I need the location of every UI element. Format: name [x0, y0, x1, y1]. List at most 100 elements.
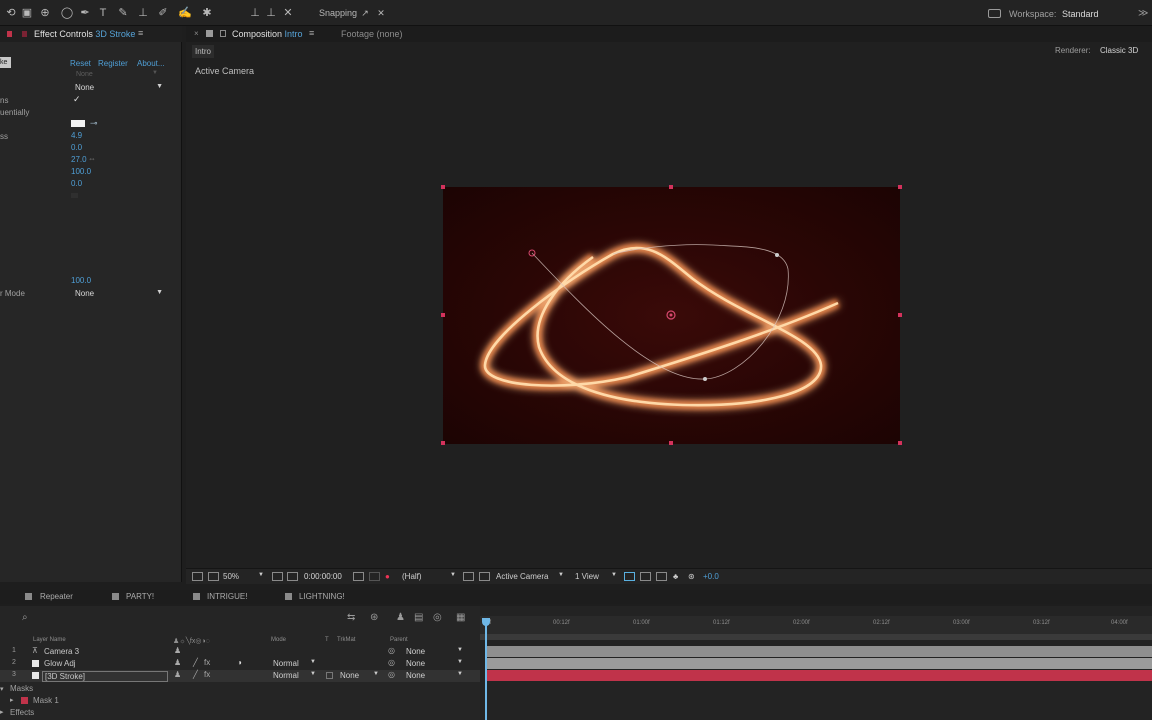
- timeline-tab-repeater[interactable]: Repeater: [40, 592, 73, 601]
- adjustment-switch-icon[interactable]: ◑: [237, 658, 242, 667]
- exposure-value[interactable]: +0.0: [703, 572, 719, 581]
- rotate-tool-icon[interactable]: ⟲: [4, 6, 18, 20]
- camera-tool-icon[interactable]: ▣: [20, 6, 34, 20]
- panel-close-icon[interactable]: [7, 31, 12, 37]
- parent-pickwhip-icon[interactable]: ◎: [388, 670, 395, 679]
- composition-tab[interactable]: Composition Intro: [232, 29, 303, 39]
- transfer-mode-dropdown[interactable]: None ▼: [75, 289, 167, 299]
- work-area-bar[interactable]: [480, 634, 1152, 640]
- workspace-icon[interactable]: [988, 9, 1001, 18]
- always-preview-icon[interactable]: [192, 572, 203, 581]
- layer-row-3d-stroke[interactable]: 3 [3D Stroke] ♟ ╱ fx Normal ▼ None ▼ ◎ N…: [0, 670, 480, 682]
- offset-value[interactable]: 0.0: [71, 179, 82, 188]
- mask-color-swatch[interactable]: [21, 697, 28, 704]
- pan-behind-tool-icon[interactable]: ⊕: [38, 6, 52, 20]
- roto-brush-tool-icon[interactable]: ✍: [178, 6, 192, 20]
- parent-dropdown[interactable]: None: [406, 671, 425, 680]
- show-snapshot-icon[interactable]: [369, 572, 380, 581]
- blend-mode-dropdown[interactable]: Normal: [273, 671, 299, 680]
- reset-exposure-icon[interactable]: ⊛: [688, 572, 695, 581]
- reset-link[interactable]: Reset: [70, 59, 91, 68]
- resolution-dropdown[interactable]: (Half): [402, 572, 422, 581]
- workspace-menu-icon[interactable]: ≫: [1138, 8, 1148, 19]
- checkbox-checked[interactable]: ✓: [73, 94, 81, 105]
- bound-handle-tr[interactable]: [898, 185, 902, 189]
- quality-switch-icon[interactable]: ╱: [193, 670, 198, 679]
- feather-value[interactable]: 0.0: [71, 143, 82, 152]
- clone-stamp-tool-icon[interactable]: ⊥: [136, 6, 150, 20]
- parent-header[interactable]: Parent: [390, 637, 408, 643]
- end-value[interactable]: 100.0: [71, 167, 91, 176]
- parent-pickwhip-icon[interactable]: ◎: [388, 646, 395, 655]
- timeline-track-area[interactable]: 0f 00:12f 01:00f 01:12f 02:00f 02:12f 03…: [480, 606, 1152, 720]
- shy-switch-icon[interactable]: ♟: [174, 658, 181, 667]
- layer-name-header[interactable]: Layer Name: [33, 637, 66, 643]
- snap-toggle-icon[interactable]: ↗: [358, 6, 372, 20]
- motion-blur-icon[interactable]: ◎: [433, 612, 442, 623]
- channel-icon[interactable]: ●: [385, 572, 390, 581]
- view-axis-icon[interactable]: ✕: [281, 6, 295, 20]
- lock-icon[interactable]: [220, 30, 226, 37]
- workspace-dropdown[interactable]: Standard: [1062, 9, 1099, 19]
- current-time-display[interactable]: 0:00:00:00: [304, 572, 342, 581]
- eyedropper-icon[interactable]: ⊸: [90, 118, 98, 129]
- snapshot-icon[interactable]: [353, 572, 364, 581]
- parent-dropdown[interactable]: None: [406, 647, 425, 656]
- path-dropdown[interactable]: None ▼: [75, 83, 167, 93]
- playhead-handle-icon[interactable]: [482, 618, 490, 626]
- collapse-arrow-icon[interactable]: ▸: [10, 696, 14, 704]
- composition-viewer[interactable]: [443, 187, 900, 444]
- brush-tool-icon[interactable]: ✎: [116, 6, 130, 20]
- comp-navigator-tab[interactable]: Intro: [192, 45, 214, 58]
- parent-dropdown[interactable]: None: [406, 659, 425, 668]
- quality-switch-icon[interactable]: ╱: [193, 658, 198, 667]
- thickness-value[interactable]: 4.9: [71, 131, 82, 140]
- trkmat-header[interactable]: TrkMat: [337, 637, 355, 643]
- bound-handle-mr[interactable]: [898, 313, 902, 317]
- zoom-dropdown[interactable]: 50%: [223, 572, 239, 581]
- camera-view-dropdown[interactable]: Active Camera: [496, 572, 548, 581]
- eraser-tool-icon[interactable]: ✐: [156, 6, 170, 20]
- renderer-value[interactable]: Classic 3D: [1100, 46, 1138, 55]
- parent-pickwhip-icon[interactable]: ◎: [388, 658, 395, 667]
- mask-vertex-3[interactable]: [703, 377, 707, 381]
- shy-layers-icon[interactable]: ♟: [396, 612, 405, 623]
- close-tab-icon[interactable]: ×: [194, 29, 199, 38]
- expand-arrow-icon[interactable]: ▾: [0, 685, 4, 693]
- bound-handle-tl[interactable]: [441, 185, 445, 189]
- layer-name[interactable]: Camera 3: [44, 647, 79, 656]
- bound-handle-tc[interactable]: [669, 185, 673, 189]
- effect-controls-tab[interactable]: Effect Controls 3D Stroke: [34, 29, 135, 39]
- ellipse-tool-icon[interactable]: ◯: [60, 6, 74, 20]
- effect-switch-icon[interactable]: fx: [204, 658, 210, 667]
- timeline-tab-party[interactable]: PARTY!: [126, 592, 154, 601]
- graph-editor-icon[interactable]: ▦: [456, 612, 465, 623]
- timeline-icon[interactable]: [656, 572, 667, 581]
- mask-vertex-2[interactable]: [775, 253, 779, 257]
- loop-checkbox[interactable]: [71, 193, 78, 198]
- footage-tab[interactable]: Footage (none): [341, 29, 403, 39]
- timeline-tab-lightning[interactable]: LIGHTNING!: [299, 592, 345, 601]
- region-of-interest-icon[interactable]: [463, 572, 474, 581]
- local-axis-icon[interactable]: ⊥: [248, 6, 262, 20]
- pen-tool-icon[interactable]: ✒: [78, 6, 92, 20]
- effects-group-label[interactable]: Effects: [10, 708, 34, 717]
- safe-margins-icon[interactable]: [287, 572, 298, 581]
- time-ruler[interactable]: [480, 616, 1152, 634]
- layer-row-glow-adj[interactable]: 2 Glow Adj ♟ ╱ fx ◑ Normal ▼ ◎ None ▼: [0, 658, 480, 670]
- start-value[interactable]: 27.0: [71, 155, 87, 164]
- blend-mode-dropdown[interactable]: Normal: [273, 659, 299, 668]
- type-tool-icon[interactable]: T: [96, 6, 110, 20]
- panel-menu-icon[interactable]: ≡: [309, 28, 314, 38]
- panel-lock-icon[interactable]: [22, 31, 27, 37]
- masks-group-label[interactable]: Masks: [10, 684, 33, 693]
- composition-mini-flowchart-icon[interactable]: ⇆: [347, 612, 355, 623]
- layer-bar-glow-adj[interactable]: [486, 658, 1152, 669]
- preserve-transparency-toggle[interactable]: [326, 672, 333, 679]
- fast-previews-icon[interactable]: [640, 572, 651, 581]
- shy-switch-icon[interactable]: ♟: [174, 670, 181, 679]
- layer-bar-3d-stroke[interactable]: [486, 670, 1152, 681]
- frame-blending-icon[interactable]: ▤: [414, 612, 423, 623]
- snap-options-icon[interactable]: ✕: [374, 6, 388, 20]
- layer-name-editing[interactable]: [3D Stroke]: [42, 671, 168, 682]
